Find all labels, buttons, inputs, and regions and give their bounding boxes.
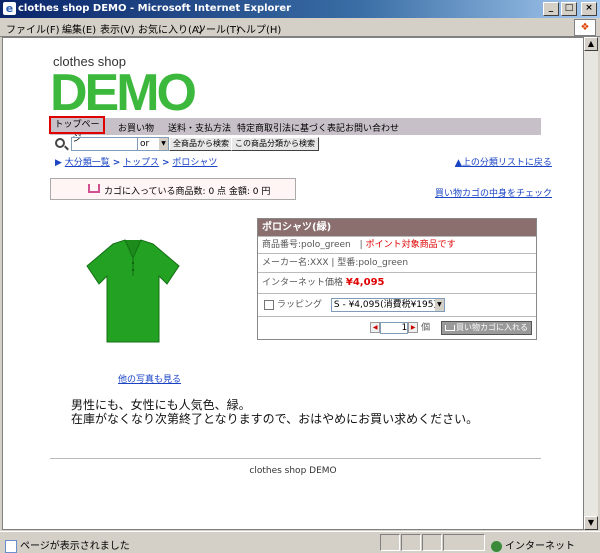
scroll-down-button[interactable]: ▼ xyxy=(584,516,598,530)
minimize-button[interactable]: _ xyxy=(543,2,559,16)
menu-bar: ファイル(F) 編集(E) 表示(V) お気に入り(A) ツール(T) ヘルプ(… xyxy=(0,18,600,37)
point-notice: ポイント対象商品です xyxy=(365,240,456,250)
quantity-increase-button[interactable]: ▶ xyxy=(408,322,419,333)
logo-demo-text[interactable]: DEMO xyxy=(50,67,197,119)
window-title: clothes shop DEMO - Microsoft Internet E… xyxy=(18,3,292,14)
product-title: ポロシャツ(緑) xyxy=(258,219,536,236)
back-to-list-label: 上の分類リストに戻る xyxy=(461,158,552,168)
product-maker: メーカー名:XXX | 型番:polo_green xyxy=(262,258,409,268)
search-input[interactable] xyxy=(71,137,141,151)
search-mode-select[interactable]: or ▼ xyxy=(137,137,169,151)
close-button[interactable]: × xyxy=(581,2,597,16)
zone-indicator: インターネット xyxy=(491,537,575,552)
status-panel xyxy=(401,534,421,551)
nav-contact[interactable]: お問い合わせ xyxy=(345,121,399,134)
back-to-list-link[interactable]: ▲上の分類リストに戻る xyxy=(455,155,552,168)
quantity-unit: 個 xyxy=(421,323,431,333)
more-photos-link[interactable]: 他の写真も見る xyxy=(118,372,181,385)
size-option-value: S - ¥4,095(消費税¥195) xyxy=(333,299,437,310)
breadcrumb-separator: > xyxy=(162,158,170,168)
footer-divider xyxy=(50,458,541,459)
breadcrumb-tops[interactable]: トップス xyxy=(123,158,159,168)
menu-help[interactable]: ヘルプ(H) xyxy=(236,21,281,36)
nav-shipping[interactable]: 送料・支払方法 xyxy=(168,121,231,134)
maximize-button[interactable]: □ xyxy=(561,2,577,16)
ie-icon: e xyxy=(3,2,16,15)
search-category-button[interactable]: この商品分類から検索 xyxy=(231,137,319,151)
chevron-down-icon: ▼ xyxy=(159,138,168,150)
status-bar: ページが表示されました インターネット xyxy=(0,531,600,553)
product-number: 商品番号:polo_green xyxy=(262,240,351,250)
quantity-input[interactable]: 1 xyxy=(380,321,409,334)
search-all-button[interactable]: 全商品から検索 xyxy=(169,137,233,151)
description-line: 在庫がなくなり次第終了となりますので、おはやめにお買い求めください。 xyxy=(71,412,479,426)
status-panel xyxy=(422,534,442,551)
add-to-cart-button[interactable]: 買い物カゴに入れる xyxy=(441,320,532,335)
status-panel xyxy=(443,534,485,551)
menu-favorites[interactable]: お気に入り(A) xyxy=(138,21,203,36)
internet-zone-icon xyxy=(491,540,502,552)
product-number-row: 商品番号:polo_green | ポイント対象商品です xyxy=(258,236,536,253)
chevron-down-icon: ▼ xyxy=(434,298,444,311)
breadcrumb-polo[interactable]: ポロシャツ xyxy=(172,158,217,168)
menu-file[interactable]: ファイル(F) xyxy=(6,21,60,36)
menu-edit[interactable]: 編集(E) xyxy=(62,21,96,36)
nav-legal[interactable]: 特定商取引法に基づく表記 xyxy=(237,121,345,134)
cart-summary: カゴに入っている商品数: 0 点 金額: 0 円 xyxy=(50,178,296,200)
search-icon xyxy=(55,138,65,148)
price-label: インターネット価格 xyxy=(262,278,344,288)
product-maker-row: メーカー名:XXX | 型番:polo_green xyxy=(258,253,536,272)
wrapping-label: ラッピング xyxy=(277,300,323,310)
cart-icon xyxy=(88,184,100,193)
zone-text: インターネット xyxy=(505,541,575,552)
footer-text: clothes shop DEMO xyxy=(249,466,337,476)
product-info-box: ポロシャツ(緑) 商品番号:polo_green | ポイント対象商品です メー… xyxy=(257,218,537,340)
check-cart-link[interactable]: 買い物カゴの中身をチェック xyxy=(435,186,552,199)
wrapping-checkbox[interactable] xyxy=(264,299,274,310)
cart-summary-text: カゴに入っている商品数: 0 点 金額: 0 円 xyxy=(104,187,271,197)
description-line: 男性にも、女性にも人気色、緑。 xyxy=(71,398,251,412)
menu-tools[interactable]: ツール(T) xyxy=(196,21,240,36)
status-left-text: ページが表示されました xyxy=(20,541,130,552)
status-text: ページが表示されました xyxy=(5,537,130,553)
vertical-scrollbar[interactable]: ▲ ▼ xyxy=(584,37,598,530)
scroll-up-button[interactable]: ▲ xyxy=(584,37,598,51)
quantity-decrease-button[interactable]: ◀ xyxy=(370,322,381,333)
product-description: 男性にも、女性にも人気色、緑。 在庫がなくなり次第終了となりますので、おはやめに… xyxy=(71,398,478,426)
global-nav: トップページ お買い物 送料・支払方法 特定商取引法に基づく表記 お問い合わせ xyxy=(49,116,541,144)
product-price-row: インターネット価格 ¥4,095 xyxy=(258,272,536,293)
nav-shopping[interactable]: お買い物 xyxy=(118,121,154,134)
size-option-select[interactable]: S - ¥4,095(消費税¥195) ▼ xyxy=(330,297,445,312)
windows-logo-icon: ❖ xyxy=(574,19,596,36)
status-panel xyxy=(380,534,400,551)
product-option-row: ラッピング S - ¥4,095(消費税¥195) ▼ xyxy=(258,293,536,316)
breadcrumb-separator: > xyxy=(112,158,121,168)
nav-top-page[interactable]: トップページ xyxy=(49,116,105,144)
product-cart-row: ◀ 1 ▶ 個 買い物カゴに入れる xyxy=(258,316,536,339)
product-image[interactable] xyxy=(83,236,183,346)
search-mode-value: or xyxy=(140,139,150,149)
breadcrumb: ▶ 大分類一覧 > トップス > ポロシャツ xyxy=(55,158,218,168)
window-titlebar: e clothes shop DEMO - Microsoft Internet… xyxy=(0,0,600,18)
breadcrumb-top-category[interactable]: 大分類一覧 xyxy=(65,158,110,168)
menu-view[interactable]: 表示(V) xyxy=(100,21,135,36)
page-viewport: clothes shop DEMO トップページ お買い物 送料・支払方法 特定… xyxy=(2,37,584,530)
product-price: ¥4,095 xyxy=(345,277,385,288)
